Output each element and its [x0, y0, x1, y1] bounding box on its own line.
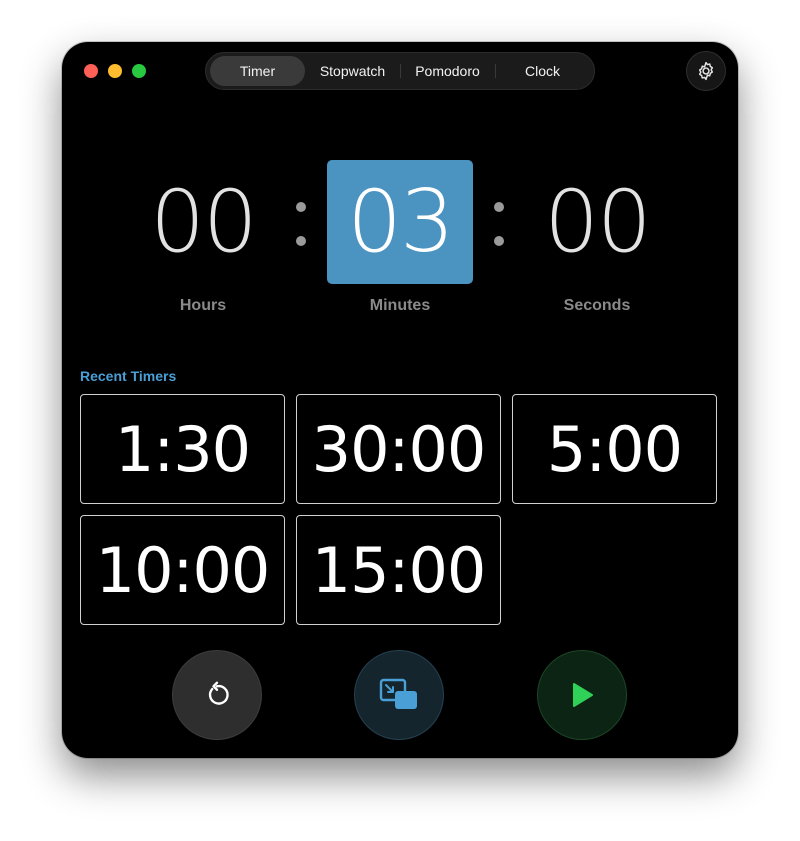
- hours-value[interactable]: 00: [128, 160, 278, 284]
- timer-app-window: Timer Stopwatch Pomodoro Clock 00 Hours …: [62, 42, 738, 758]
- tab-timer[interactable]: Timer: [210, 56, 305, 86]
- colon-separator: [296, 202, 306, 270]
- mode-tab-bar: Timer Stopwatch Pomodoro Clock: [205, 52, 595, 90]
- seconds-group: 00 Seconds: [522, 160, 672, 315]
- minutes-label: Minutes: [369, 297, 431, 314]
- hours-group: 00 Hours: [128, 160, 278, 315]
- hours-label: Hours: [179, 297, 227, 314]
- seconds-value[interactable]: 00: [522, 160, 672, 284]
- picture-in-picture-icon: [379, 678, 417, 709]
- window-minimize-button[interactable]: [108, 64, 122, 78]
- seconds-label: Seconds: [563, 297, 631, 314]
- minutes-value[interactable]: 03: [327, 160, 473, 284]
- reset-icon: [208, 681, 229, 705]
- reset-button[interactable]: [172, 650, 262, 740]
- window-close-button[interactable]: [84, 64, 98, 78]
- tab-pomodoro[interactable]: Pomodoro: [400, 56, 495, 86]
- settings-button[interactable]: [686, 51, 726, 91]
- start-button[interactable]: [537, 650, 627, 740]
- minutes-group: 03 Minutes: [325, 160, 475, 315]
- window-zoom-button[interactable]: [132, 64, 146, 78]
- recent-timers-title: Recent Timers: [80, 368, 177, 384]
- gear-icon: [698, 61, 714, 81]
- colon-separator: [494, 202, 504, 270]
- tab-clock[interactable]: Clock: [495, 56, 590, 86]
- recent-timer-card[interactable]: 15:00: [296, 515, 501, 625]
- play-icon: [573, 683, 593, 707]
- picture-in-picture-button[interactable]: [354, 650, 444, 740]
- recent-timer-card[interactable]: 30:00: [296, 394, 501, 504]
- recent-timer-card[interactable]: 10:00: [80, 515, 285, 625]
- tab-stopwatch[interactable]: Stopwatch: [305, 56, 400, 86]
- recent-timer-card[interactable]: 1:30: [80, 394, 285, 504]
- recent-timer-card[interactable]: 5:00: [512, 394, 717, 504]
